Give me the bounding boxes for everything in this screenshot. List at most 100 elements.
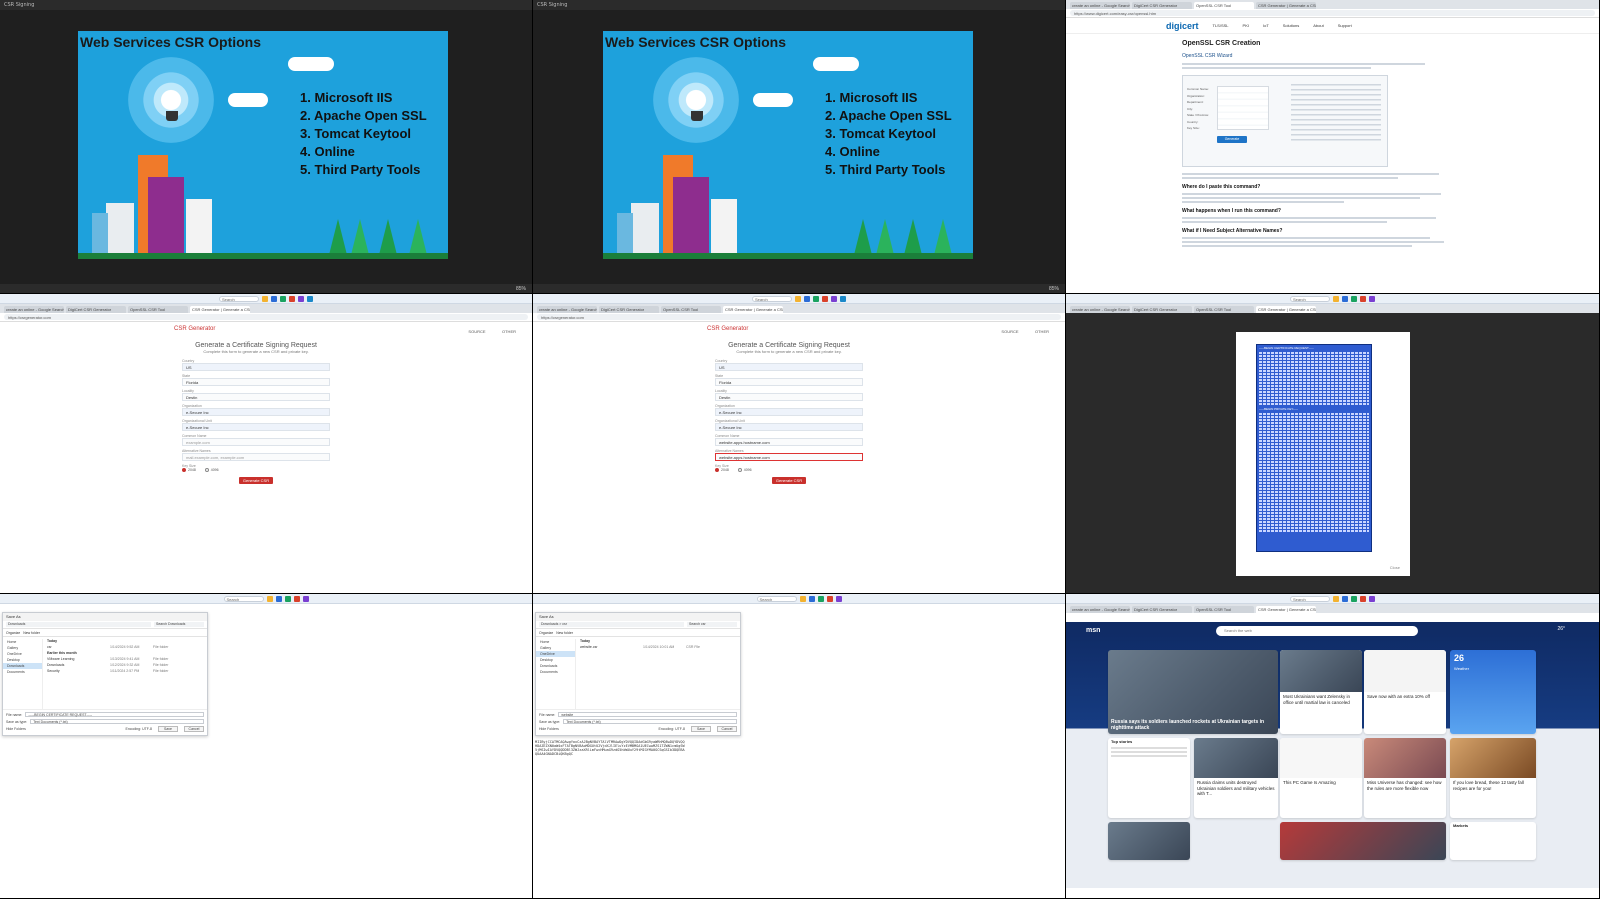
- hide-folders-toggle[interactable]: Hide Folders: [6, 727, 26, 731]
- app-icon[interactable]: [831, 295, 837, 302]
- app-icon[interactable]: [826, 595, 833, 602]
- browser-tab[interactable]: CSR Generator | Generate a CSR: [190, 306, 250, 313]
- new-folder-button[interactable]: New folder: [556, 631, 573, 635]
- csr-brand[interactable]: CSR Generator: [174, 326, 215, 332]
- common-name-field[interactable]: website.apps.hostname.com: [715, 438, 863, 446]
- app-icon[interactable]: [835, 595, 842, 602]
- csr-text-selected[interactable]: -----BEGIN CERTIFICATE REQUEST----- ----…: [1256, 344, 1372, 552]
- news-card-hero[interactable]: Russia says its soldiers launched rocket…: [1108, 650, 1278, 734]
- app-icon[interactable]: [271, 295, 277, 302]
- org-unit-field[interactable]: e-Secure Inc: [182, 423, 330, 431]
- browser-tab[interactable]: create an online - Google Search: [1070, 2, 1130, 9]
- generate-button[interactable]: Generate: [1217, 136, 1247, 143]
- app-icon[interactable]: [1360, 295, 1366, 302]
- app-icon[interactable]: [799, 595, 806, 602]
- app-icon[interactable]: [840, 295, 846, 302]
- organize-button[interactable]: Organize: [6, 631, 20, 635]
- radio-2048[interactable]: [182, 468, 186, 473]
- taskbar-search[interactable]: Search: [1290, 595, 1330, 602]
- browser-tab[interactable]: DigiCert CSR Generator: [1132, 606, 1192, 613]
- msn-search-input[interactable]: Search the web: [1216, 626, 1418, 636]
- nav-link[interactable]: Support: [1338, 23, 1352, 28]
- app-icon[interactable]: [293, 595, 300, 602]
- organization-field[interactable]: e-Secure Inc: [182, 408, 330, 416]
- browser-tab[interactable]: create an online - Google Search: [4, 306, 64, 313]
- state-field[interactable]: Florida: [715, 378, 863, 386]
- browser-tab[interactable]: OpenSSL CSR Tool: [1194, 2, 1254, 9]
- nav-link[interactable]: OTHER: [1035, 329, 1049, 334]
- app-icon[interactable]: [1369, 595, 1375, 602]
- taskbar-search[interactable]: Search: [752, 295, 792, 302]
- digicert-logo[interactable]: digicert: [1166, 21, 1199, 31]
- browser-tab[interactable]: CSR Generator | Generate a CSR: [1256, 2, 1316, 9]
- url-field[interactable]: https://csrgenerator.com: [4, 314, 528, 320]
- news-card[interactable]: This PC Game Is Amazing: [1280, 738, 1362, 818]
- browser-tab[interactable]: DigiCert CSR Generator: [66, 306, 126, 313]
- url-field[interactable]: https://csrgenerator.com: [537, 314, 1061, 320]
- radio-2048[interactable]: [715, 468, 719, 473]
- browser-tab[interactable]: create an online - Google Search: [537, 306, 597, 313]
- top-stories-card[interactable]: Top stories: [1108, 738, 1190, 818]
- new-folder-button[interactable]: New folder: [23, 631, 40, 635]
- zoom-level[interactable]: 85%: [1049, 286, 1059, 292]
- app-icon[interactable]: [817, 595, 824, 602]
- app-icon[interactable]: [1342, 295, 1348, 302]
- weather-widget[interactable]: 26 Weather: [1450, 650, 1536, 734]
- generate-csr-button[interactable]: Generate CSR: [772, 477, 806, 485]
- wizard-inputs[interactable]: [1217, 86, 1269, 130]
- weather-badge[interactable]: 26°: [1557, 626, 1565, 632]
- app-icon[interactable]: [262, 295, 268, 302]
- app-icon[interactable]: [822, 295, 828, 302]
- taskbar-search[interactable]: Search: [756, 595, 797, 602]
- csr-brand[interactable]: CSR Generator: [707, 326, 748, 332]
- app-icon[interactable]: [266, 595, 273, 602]
- state-field[interactable]: Florida: [182, 378, 330, 386]
- cancel-button[interactable]: Cancel: [184, 726, 204, 732]
- news-card[interactable]: Miss Universe has changed: see how the r…: [1364, 738, 1446, 818]
- browser-tab[interactable]: CSR Generator | Generate a CSR: [1256, 606, 1316, 613]
- browser-tab[interactable]: OpenSSL CSR Tool: [128, 306, 188, 313]
- radio-4096[interactable]: [737, 468, 742, 473]
- common-name-field[interactable]: example.com: [182, 438, 330, 446]
- app-icon[interactable]: [1369, 295, 1375, 302]
- app-icon[interactable]: [298, 295, 304, 302]
- ad-card[interactable]: Save now with an extra 10% off: [1364, 650, 1446, 734]
- browser-tab[interactable]: DigiCert CSR Generator: [1132, 306, 1192, 313]
- browser-tab[interactable]: DigiCert CSR Generator: [1132, 2, 1192, 9]
- app-icon[interactable]: [1333, 295, 1339, 302]
- app-icon[interactable]: [1351, 595, 1357, 602]
- nav-link[interactable]: IoT: [1263, 23, 1269, 28]
- news-card[interactable]: Most Ukrainians want Zelensky in office …: [1280, 650, 1362, 734]
- app-icon[interactable]: [275, 595, 282, 602]
- app-icon[interactable]: [289, 295, 295, 302]
- generate-csr-button[interactable]: Generate CSR: [239, 477, 273, 485]
- browser-tab[interactable]: CSR Generator | Generate a CSR: [723, 306, 783, 313]
- alt-names-field[interactable]: mail.example.com, example.com: [182, 453, 330, 461]
- encoding-select[interactable]: Encoding: UTF-8: [126, 727, 152, 731]
- app-icon[interactable]: [808, 595, 815, 602]
- breadcrumb[interactable]: Downloads: [6, 622, 151, 627]
- nav-link[interactable]: TLS/SSL: [1213, 23, 1229, 28]
- news-card[interactable]: [1280, 822, 1446, 860]
- nav-item[interactable]: Documents: [536, 669, 575, 675]
- country-field[interactable]: US: [182, 363, 330, 371]
- msn-logo[interactable]: msn: [1086, 627, 1100, 634]
- taskbar-search[interactable]: Search: [223, 595, 264, 602]
- nav-link[interactable]: SOURCE: [468, 329, 485, 334]
- news-card[interactable]: Russia claims units destroyed Ukrainian …: [1194, 738, 1278, 818]
- org-unit-field[interactable]: e-Secure Inc: [715, 423, 863, 431]
- filename-input[interactable]: website: [558, 712, 737, 717]
- radio-4096[interactable]: [204, 468, 209, 473]
- browser-tab[interactable]: create an online - Google Search: [1070, 306, 1130, 313]
- browser-tab[interactable]: OpenSSL CSR Tool: [1194, 606, 1254, 613]
- markets-card[interactable]: Markets: [1450, 822, 1536, 860]
- browser-tab[interactable]: CSR Generator | Generate a CSR: [1256, 306, 1316, 313]
- app-icon[interactable]: [302, 595, 309, 602]
- taskbar-search[interactable]: Search: [1290, 295, 1330, 302]
- nav-link[interactable]: About: [1313, 23, 1323, 28]
- app-icon[interactable]: [795, 295, 801, 302]
- country-field[interactable]: US: [715, 363, 863, 371]
- app-icon[interactable]: [1342, 595, 1348, 602]
- list-item[interactable]: Security 1/11/2024 2:57 PM File folder: [47, 669, 205, 675]
- zoom-level[interactable]: 85%: [516, 286, 526, 292]
